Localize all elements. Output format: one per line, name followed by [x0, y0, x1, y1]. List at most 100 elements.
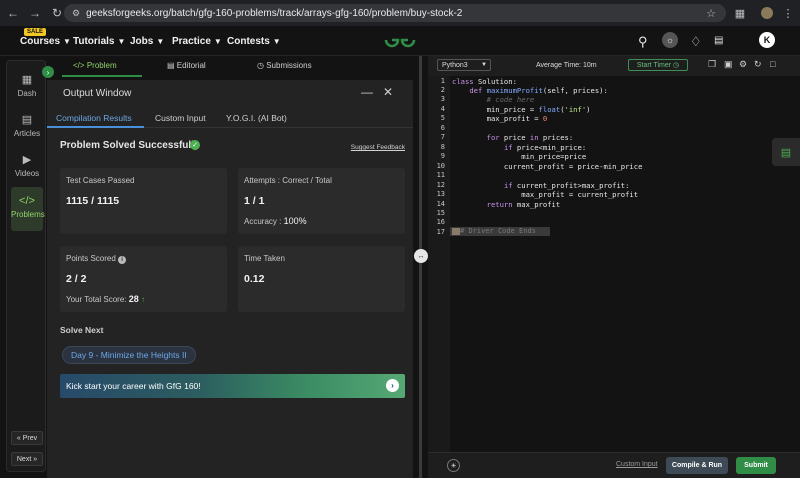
language-value: Python3: [442, 62, 468, 69]
points-label-row: Points Scored i: [66, 254, 127, 264]
total-score-row: Your Total Score: 28 ↑: [66, 294, 145, 304]
gfg-logo[interactable]: [383, 31, 417, 49]
clock-icon: ◷: [257, 61, 264, 70]
suggest-feedback-link[interactable]: Suggest Feedback: [351, 144, 405, 151]
translate-icon[interactable]: ▤: [714, 35, 723, 46]
line-number: 11: [436, 171, 445, 179]
sidebar-item-dash[interactable]: ▦ Dash: [11, 69, 43, 107]
accuracy-label: Accuracy :: [244, 217, 282, 226]
tab-yogi-ai-bot[interactable]: Y.O.G.I. (AI Bot): [226, 113, 287, 123]
tab-problem[interactable]: </> Problem: [73, 61, 117, 70]
nav-contests[interactable]: Contests ▼: [227, 36, 281, 47]
book-icon: ▤: [21, 114, 33, 126]
chevron-down-icon: ▼: [63, 37, 71, 46]
code-line: def maximumProfit(self, prices):: [469, 86, 608, 95]
address-bar[interactable]: ⚙ geeksforgeeks.org/batch/gfg-160-proble…: [64, 4, 726, 22]
nav-tutorials[interactable]: Tutorials ▼: [73, 36, 125, 47]
tab-editorial[interactable]: ▤ Editorial: [167, 61, 206, 70]
problem-tabs: </> Problem ▤ Editorial ◷ Submissions: [47, 56, 420, 76]
code-line: min_price=price: [452, 152, 587, 161]
nav-jobs[interactable]: Jobs ▼: [130, 36, 164, 47]
chevron-down-icon: ▼: [213, 37, 222, 46]
next-button[interactable]: Next »: [11, 452, 43, 466]
chevron-down-icon: ▼: [117, 37, 126, 46]
reset-code-icon[interactable]: ↻: [754, 59, 762, 70]
line-number: 3: [440, 95, 445, 103]
accuracy-row: Accuracy : 100%: [244, 216, 307, 226]
settings-gear-icon[interactable]: ⚙: [739, 59, 747, 70]
language-select[interactable]: Python3 ▼: [437, 59, 491, 71]
site-info-icon[interactable]: ⚙: [72, 8, 80, 19]
pane-divider[interactable]: [419, 56, 422, 478]
expand-arrow-icon[interactable]: ›: [42, 66, 54, 78]
sidebar-item-problems[interactable]: </> Problems: [11, 187, 45, 231]
chat-icon[interactable]: ▤: [772, 138, 800, 166]
time-taken-value: 0.12: [244, 273, 265, 285]
code-line: class Solution:: [452, 77, 517, 86]
sidebar-item-videos[interactable]: ▶ Videos: [11, 149, 43, 187]
sidebar-item-articles[interactable]: ▤ Articles: [11, 109, 43, 147]
points-label: Points Scored: [66, 254, 116, 263]
back-icon[interactable]: ←: [4, 4, 22, 22]
sidebar-item-label: Problems: [11, 210, 45, 219]
extensions-icon[interactable]: ▦: [733, 4, 747, 22]
start-timer-label: Start Timer: [636, 61, 672, 69]
tab-custom-input[interactable]: Custom Input: [155, 113, 206, 123]
nav-courses[interactable]: Courses ▼: [20, 36, 71, 47]
chevron-down-icon: ▼: [272, 37, 281, 46]
left-sidebar: ▦ Dash ▤ Articles ▶ Videos </> Problems « Pr…: [6, 60, 46, 472]
chrome-menu-icon[interactable]: ⋮: [782, 4, 794, 22]
test-cases-label: Test Cases Passed: [66, 176, 135, 185]
maximize-icon[interactable]: □: [770, 59, 775, 69]
lightbulb-icon[interactable]: ☀: [447, 459, 460, 472]
document-icon: ▤: [167, 61, 175, 70]
line-number: 17: [436, 228, 445, 236]
code-line: if current_profit>max_profit:: [503, 181, 630, 190]
resize-handle-icon[interactable]: ↔: [414, 249, 428, 263]
collapsed-code-label: # Driver Code Ends: [460, 227, 536, 235]
window-controls: —✕: [361, 85, 403, 99]
next-problem-button[interactable]: Day 9 - Minimize the Heights II: [62, 346, 196, 364]
forward-icon[interactable]: →: [26, 4, 44, 22]
tab-submissions[interactable]: ◷ Submissions: [257, 61, 312, 70]
tab-label: Problem: [86, 61, 117, 70]
theme-toggle-icon[interactable]: ☼: [662, 32, 678, 48]
prev-button[interactable]: « Prev: [11, 431, 43, 445]
bookmark-star-icon[interactable]: ☆: [706, 7, 716, 20]
timer-icon: ◷: [673, 62, 680, 69]
active-tab-indicator: [62, 75, 142, 77]
search-icon[interactable]: ⚲: [638, 34, 648, 50]
code-line: max_profit = current_profit: [452, 190, 639, 199]
nav-label: Courses: [20, 36, 61, 47]
user-avatar[interactable]: K: [759, 32, 775, 48]
output-window: Output Window —✕ Compilation Results Cus…: [47, 80, 413, 478]
close-icon[interactable]: ✕: [383, 85, 403, 99]
fullscreen-icon[interactable]: ▣: [724, 59, 733, 70]
nav-practice[interactable]: Practice ▼: [172, 36, 222, 47]
gfg160-banner[interactable]: Kick start your career with GfG 160! ›: [60, 374, 405, 398]
solve-next-heading: Solve Next: [60, 325, 104, 335]
tab-compilation-results[interactable]: Compilation Results: [56, 113, 132, 123]
line-number: 8: [440, 143, 445, 151]
profile-avatar-icon[interactable]: [760, 4, 774, 22]
banner-text: Kick start your career with GfG 160!: [66, 381, 201, 391]
chevron-right-icon[interactable]: ›: [386, 379, 399, 392]
minimize-icon[interactable]: —: [361, 85, 383, 99]
output-tabs: Compilation Results Custom Input Y.O.G.I…: [47, 108, 413, 128]
collapsed-driver-code[interactable]: # Driver Code Ends: [450, 227, 550, 236]
code-line: min_price = float('inf'): [452, 105, 591, 114]
line-number: 1: [440, 77, 445, 85]
compile-run-button[interactable]: Compile & Run: [666, 457, 728, 474]
code-line: max_profit = 0: [452, 114, 548, 123]
notification-bell-icon[interactable]: ♢: [690, 34, 702, 50]
submit-button[interactable]: Submit: [736, 457, 776, 474]
line-number: 12: [436, 181, 445, 189]
copy-icon[interactable]: ❐: [708, 59, 716, 70]
info-icon[interactable]: i: [118, 256, 127, 264]
code-line: return max_profit: [486, 200, 561, 209]
custom-input-link[interactable]: Custom Input: [616, 461, 658, 468]
start-timer-button[interactable]: Start Timer ◷: [628, 59, 688, 71]
time-taken-card: Time Taken 0.12: [238, 246, 405, 312]
line-number: 6: [440, 124, 445, 132]
url-text: geeksforgeeks.org/batch/gfg-160-problems…: [86, 7, 463, 19]
